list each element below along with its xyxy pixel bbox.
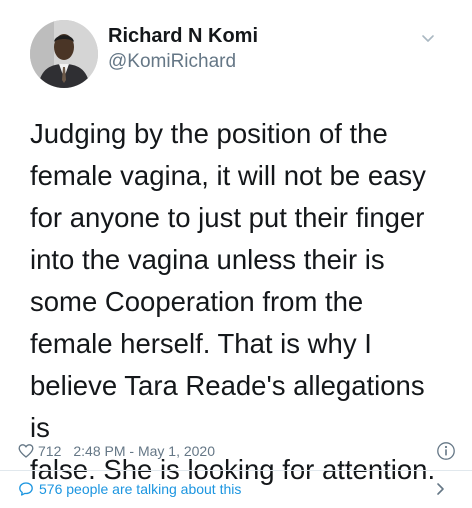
speech-bubble-icon xyxy=(18,481,34,497)
like-count[interactable]: 712 xyxy=(38,443,61,459)
author-info[interactable]: Richard N Komi @KomiRichard xyxy=(108,24,258,73)
divider xyxy=(0,470,472,471)
user-handle[interactable]: @KomiRichard xyxy=(108,51,258,73)
display-name[interactable]: Richard N Komi xyxy=(108,24,258,48)
tweet-timestamp[interactable]: 2:48 PM - May 1, 2020 xyxy=(73,443,215,459)
conversation-link[interactable]: 576 people are talking about this xyxy=(18,477,456,501)
tweet-card: Richard N Komi @KomiRichard Judging by t… xyxy=(0,0,472,508)
tweet-meta: 712 2:48 PM - May 1, 2020 xyxy=(18,439,456,463)
tweet-header: Richard N Komi @KomiRichard xyxy=(30,14,446,88)
chevron-down-icon[interactable] xyxy=(420,30,436,46)
conversation-label[interactable]: 576 people are talking about this xyxy=(39,481,241,497)
chevron-right-icon[interactable] xyxy=(432,481,448,497)
heart-icon[interactable] xyxy=(18,443,34,459)
avatar[interactable] xyxy=(30,20,98,88)
info-icon[interactable] xyxy=(436,441,456,461)
tweet-text: Judging by the position of the female va… xyxy=(30,118,436,485)
